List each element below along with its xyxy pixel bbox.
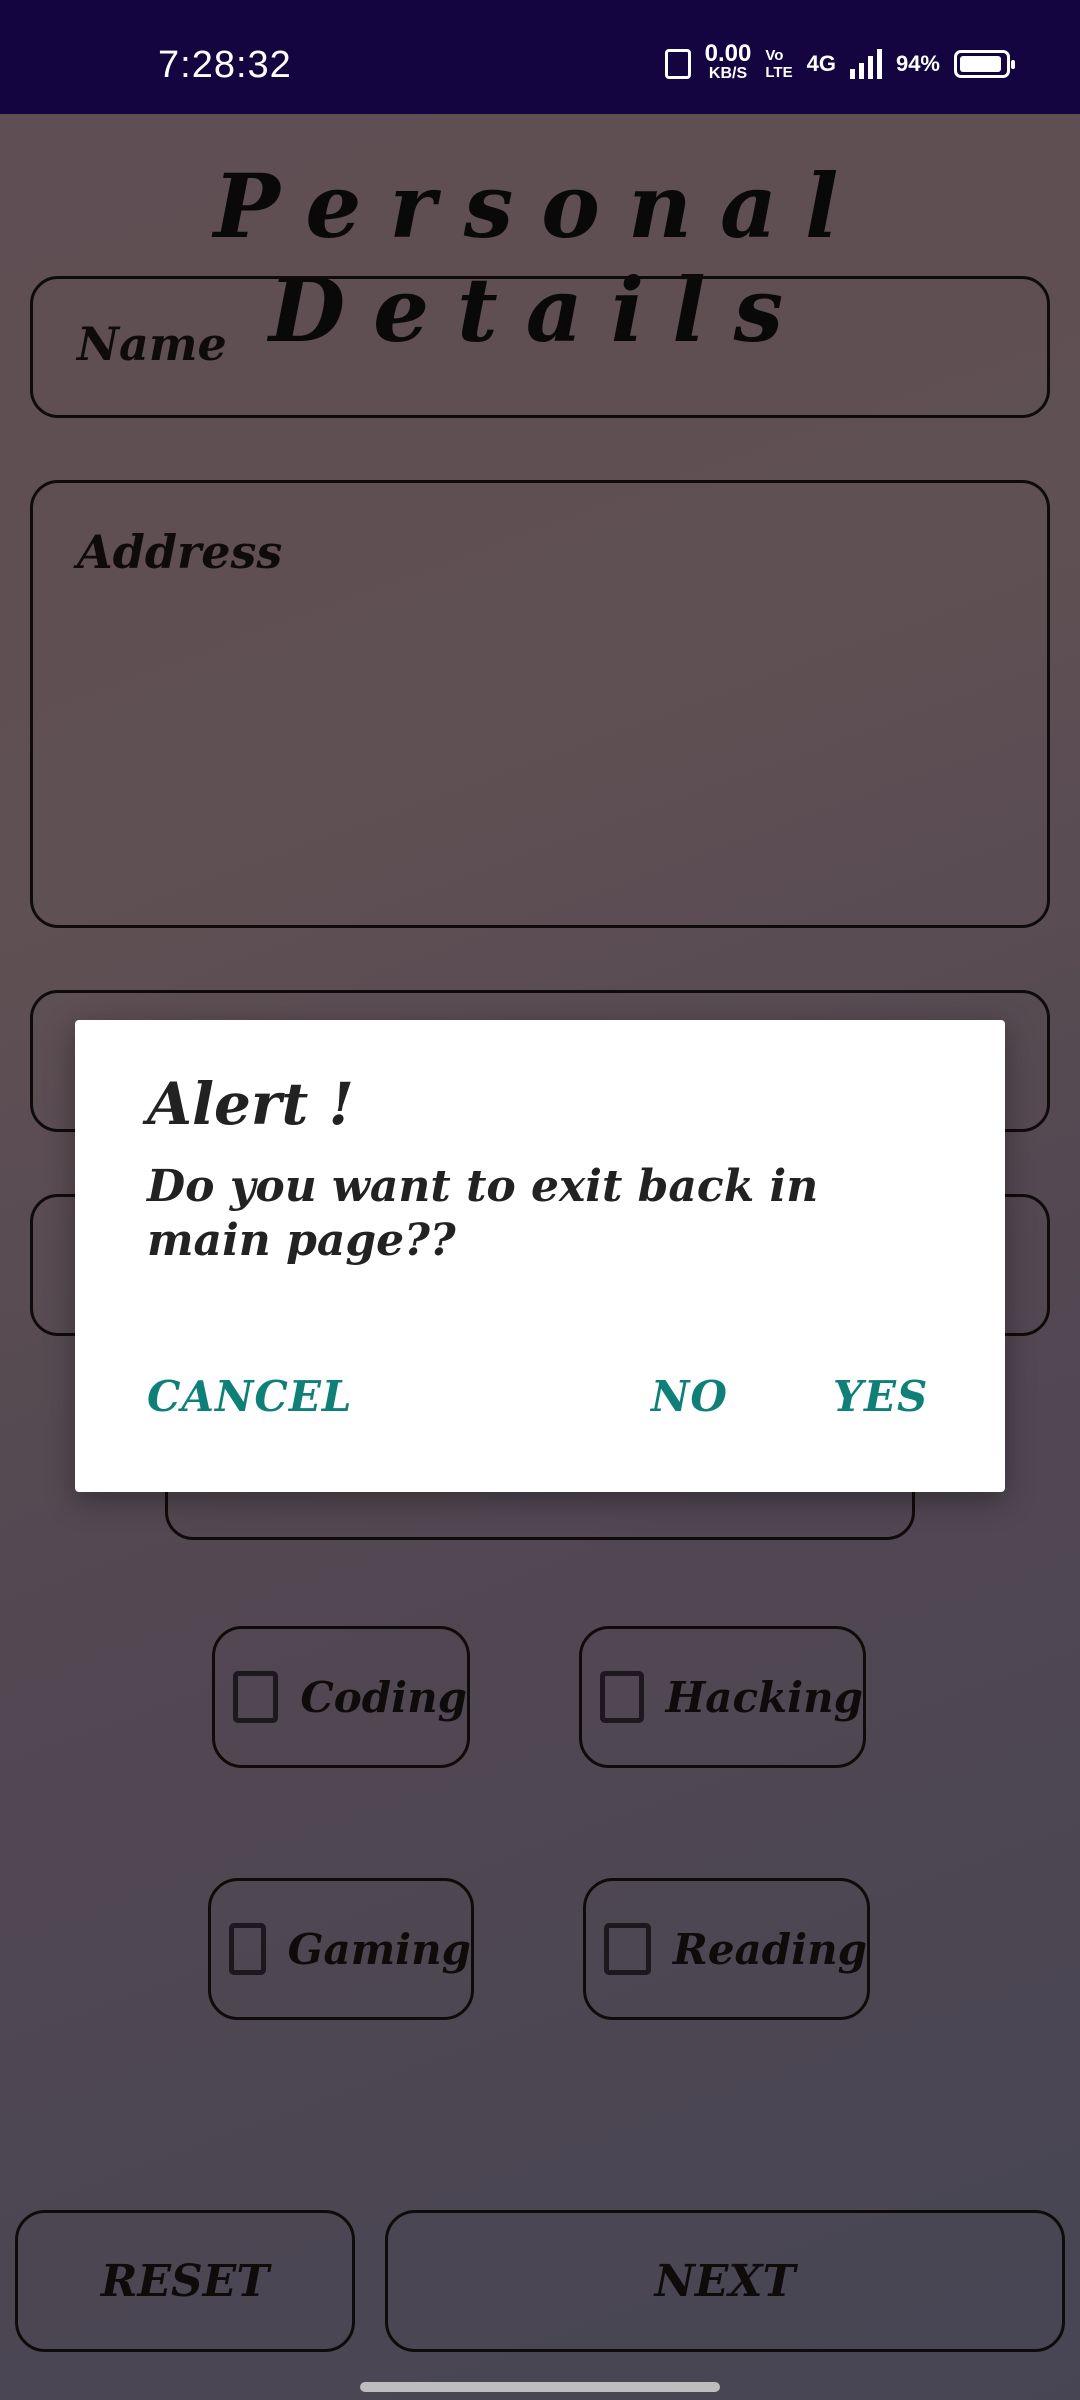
yes-button[interactable]: YES	[833, 1372, 928, 1421]
signal-icon	[849, 49, 882, 79]
cancel-button[interactable]: CANCEL	[147, 1372, 352, 1421]
battery-icon	[954, 50, 1015, 78]
battery-percent: 94%	[895, 51, 940, 76]
no-button[interactable]: NO	[651, 1372, 728, 1421]
net-speed-unit: KB/S	[708, 65, 748, 82]
net-speed: 0.00 KB/S	[704, 40, 752, 84]
gesture-nav-handle[interactable]	[360, 2382, 720, 2392]
volte-bottom: LTE	[765, 64, 793, 81]
volte-icon: Vo LTE	[765, 47, 792, 81]
vibrate-icon	[664, 49, 691, 79]
dialog-message: Do you want to exit back in main page??	[147, 1161, 819, 1266]
network-type: 4G	[806, 51, 836, 76]
dialog-title: Alert !	[147, 1070, 354, 1138]
status-bar: 7:28:32 0.00 KB/S Vo LTE 4G 94%	[0, 0, 1080, 114]
status-time: 7:28:32	[158, 44, 292, 86]
net-speed-value: 0.00	[704, 40, 752, 67]
status-icons: 0.00 KB/S Vo LTE 4G 94%	[664, 40, 1015, 84]
alert-dialog: Alert ! Do you want to exit back in main…	[75, 1020, 1005, 1492]
volte-top: Vo	[765, 47, 784, 64]
